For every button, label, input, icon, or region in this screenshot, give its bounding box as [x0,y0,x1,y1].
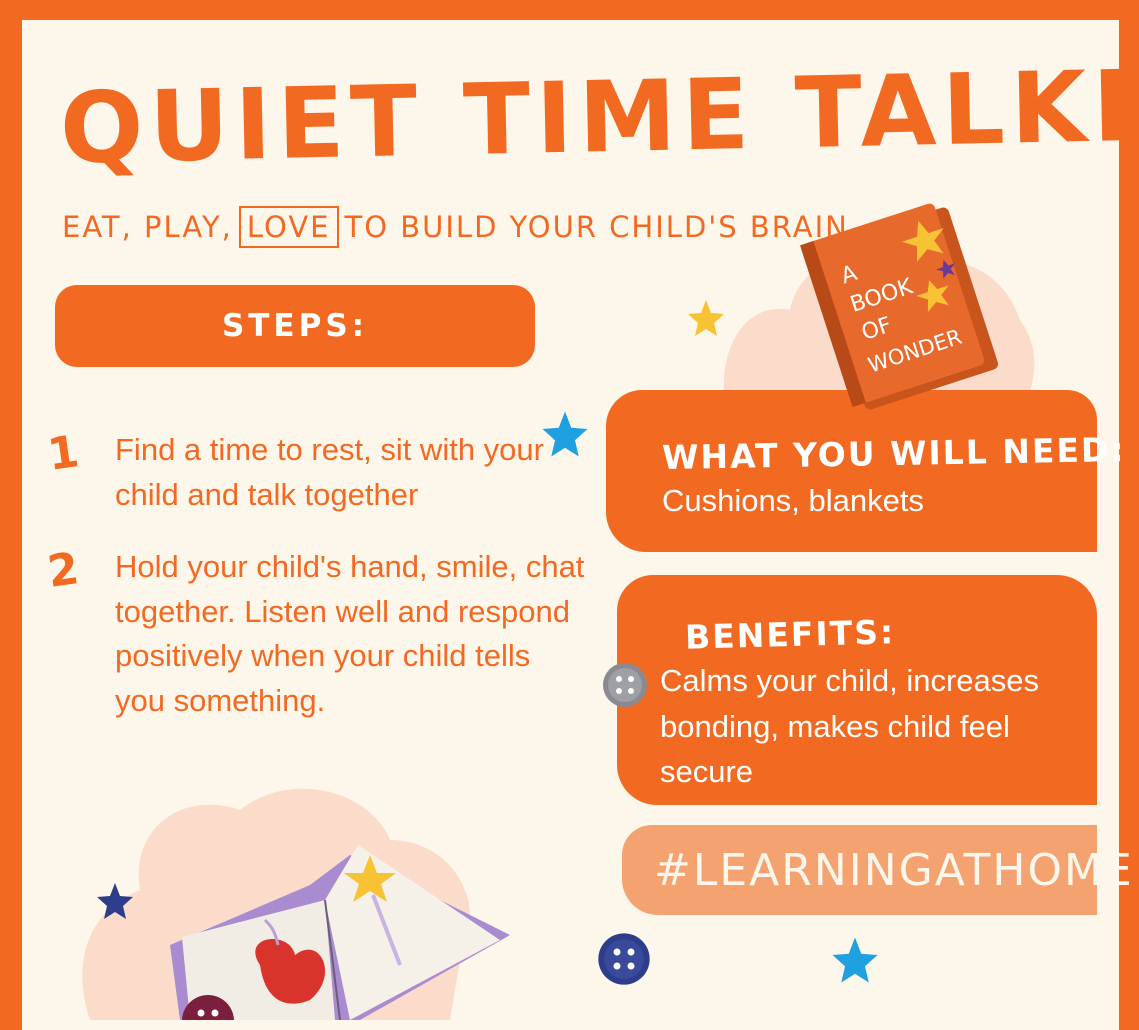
subtitle-end: TO BUILD YOUR CHILD'S BRAIN [344,210,849,244]
subtitle-start: EAT, PLAY, [62,210,233,244]
benefits-heading: BENEFITS: [684,612,896,657]
hashtag-banner: #LEARNINGATHOME [622,825,1132,915]
page-title: QUIET TIME TALKING [58,46,1139,187]
book-of-wonder-illustration: A BOOK OF WONDER [800,203,999,410]
star-icon [688,300,724,336]
open-book-illustration [170,845,510,1020]
maroon-button-icon [182,995,234,1020]
blue-button-icon [598,933,650,985]
benefits-text: Calms your child, increases bonding, mak… [660,663,1040,789]
benefits-panel: BENEFITS: Calms your child, increases bo… [617,575,1097,805]
star-icon [97,883,133,919]
grey-button-icon [603,663,647,707]
star-icon [832,937,878,983]
what-you-need-heading: WHAT YOU WILL NEED: [661,429,1126,478]
steps-header: STEPS: [55,285,535,367]
step-text: Hold your child's hand, smile, chat toge… [115,549,585,718]
step-text: Find a time to rest, sit with your child… [115,432,544,512]
subtitle-love-box: LOVE [238,206,339,248]
what-you-need-text: Cushions, blankets [662,483,924,518]
star-icon [542,411,588,457]
subtitle: EAT, PLAY, LOVE TO BUILD YOUR CHILD'S BR… [62,205,849,249]
